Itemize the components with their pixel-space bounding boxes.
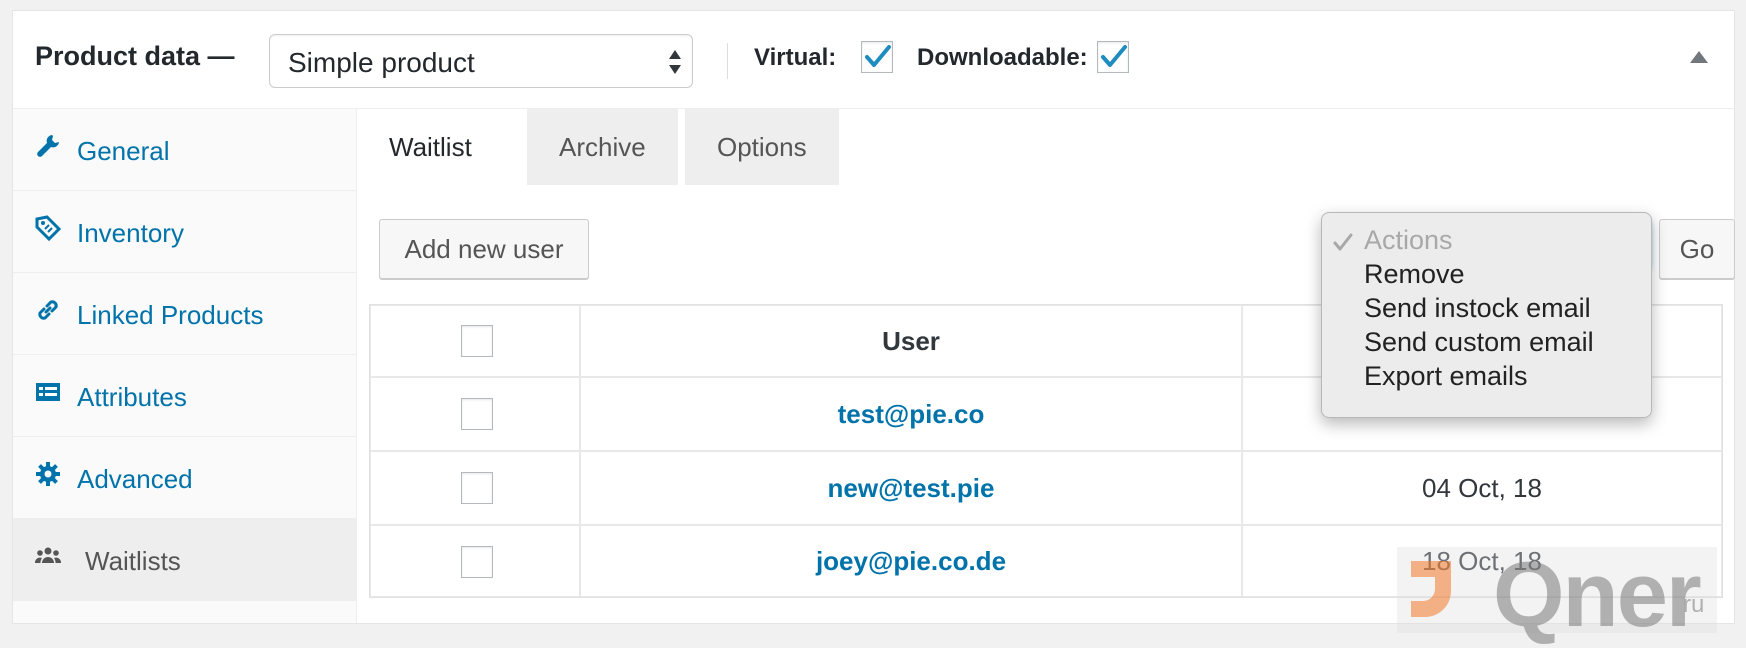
panel-title: Product data — bbox=[35, 41, 235, 71]
tab-waitlist[interactable]: Waitlist bbox=[357, 109, 504, 185]
go-button[interactable]: Go bbox=[1659, 219, 1735, 279]
user-email-link[interactable]: new@test.pie bbox=[580, 451, 1242, 525]
table-header-cell bbox=[370, 305, 580, 377]
product-data-header: Product data — Simple product Virtual: D… bbox=[13, 11, 1734, 109]
row-checkbox[interactable] bbox=[461, 398, 493, 430]
actions-dropdown-menu: Actions Remove Send instock email Send c… bbox=[1321, 212, 1652, 418]
watermark-logo: Qner ru bbox=[1397, 544, 1717, 646]
menu-item-export-emails[interactable]: Export emails bbox=[1364, 361, 1528, 392]
virtual-checkbox[interactable] bbox=[861, 41, 893, 73]
menu-item-send-custom-email[interactable]: Send custom email bbox=[1364, 327, 1594, 358]
row-checkbox[interactable] bbox=[461, 472, 493, 504]
product-data-sidebar: General Inventory Linked Products Attrib… bbox=[13, 109, 357, 623]
select-arrows-icon bbox=[669, 50, 681, 74]
user-column-header: User bbox=[580, 305, 1242, 377]
menu-item-remove[interactable]: Remove bbox=[1364, 259, 1465, 290]
sidebar-item-general[interactable]: General bbox=[13, 109, 356, 191]
sidebar-item-advanced[interactable]: Advanced bbox=[13, 437, 356, 519]
watermark-mascot-icon bbox=[1411, 561, 1451, 617]
select-all-checkbox[interactable] bbox=[461, 325, 493, 357]
add-new-user-button[interactable]: Add new user bbox=[379, 219, 589, 279]
virtual-label: Virtual: bbox=[754, 44, 837, 71]
date-cell: 04 Oct, 18 bbox=[1242, 451, 1722, 525]
menu-item-send-instock-email[interactable]: Send instock email bbox=[1364, 293, 1591, 324]
watermark-suffix: ru bbox=[1683, 591, 1705, 618]
checkmark-icon bbox=[1333, 233, 1353, 251]
watermark-text: Qner bbox=[1493, 544, 1702, 646]
users-icon bbox=[35, 547, 61, 563]
sidebar-item-linked-products[interactable]: Linked Products bbox=[13, 273, 356, 355]
link-icon bbox=[38, 300, 58, 320]
checkmark-icon bbox=[865, 45, 891, 67]
collapse-arrow-icon[interactable] bbox=[1690, 51, 1708, 63]
row-checkbox[interactable] bbox=[461, 546, 493, 578]
sidebar-item-inventory[interactable]: Inventory bbox=[13, 191, 356, 273]
sidebar-item-label: Advanced bbox=[77, 464, 193, 494]
tab-options[interactable]: Options bbox=[685, 109, 839, 185]
sidebar-item-label: Inventory bbox=[77, 218, 184, 248]
tab-archive[interactable]: Archive bbox=[527, 109, 678, 185]
user-email-link[interactable]: test@pie.co bbox=[580, 377, 1242, 451]
gear-icon bbox=[36, 462, 60, 486]
sidebar-item-label: General bbox=[77, 136, 170, 166]
user-email-link[interactable]: joey@pie.co.de bbox=[580, 525, 1242, 597]
table-row bbox=[370, 525, 580, 597]
sidebar-item-attributes[interactable]: Attributes bbox=[13, 355, 356, 437]
product-type-select[interactable]: Simple product bbox=[269, 34, 693, 88]
sidebar-item-label: Linked Products bbox=[77, 300, 264, 330]
wrench-icon bbox=[37, 135, 59, 157]
list-icon bbox=[36, 383, 60, 401]
table-row bbox=[370, 451, 580, 525]
sidebar-item-label: Waitlists bbox=[85, 546, 181, 576]
downloadable-checkbox[interactable] bbox=[1097, 41, 1129, 73]
sidebar-item-label: Attributes bbox=[77, 382, 187, 412]
header-divider bbox=[727, 43, 728, 79]
checkmark-icon bbox=[1101, 45, 1127, 67]
sidebar-item-waitlists[interactable]: Waitlists bbox=[13, 519, 356, 601]
tag-icon bbox=[35, 215, 61, 241]
product-type-value: Simple product bbox=[288, 47, 475, 78]
downloadable-label: Downloadable: bbox=[917, 44, 1088, 71]
menu-item-actions: Actions bbox=[1364, 225, 1453, 255]
table-row bbox=[370, 377, 580, 451]
